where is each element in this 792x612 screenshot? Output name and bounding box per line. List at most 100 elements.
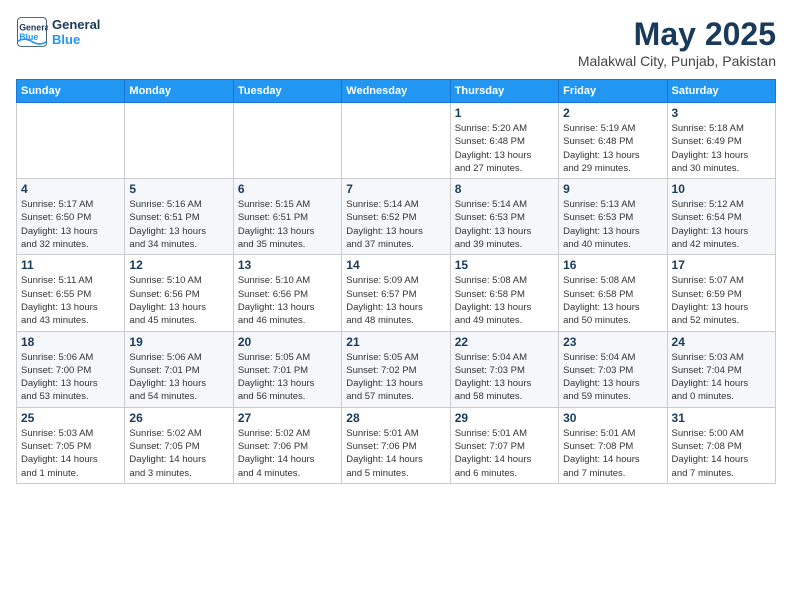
day-info: Sunrise: 5:15 AMSunset: 6:51 PMDaylight:…	[238, 198, 337, 251]
day-info: Sunrise: 5:05 AMSunset: 7:01 PMDaylight:…	[238, 351, 337, 404]
day-number: 10	[672, 182, 771, 196]
weekday-header-thursday: Thursday	[450, 80, 558, 103]
calendar-cell: 29 Sunrise: 5:01 AMSunset: 7:07 PMDayligh…	[450, 407, 558, 483]
calendar-cell: 12 Sunrise: 5:10 AMSunset: 6:56 PMDayligh…	[125, 255, 233, 331]
calendar-cell: 30Sunrise: 5:01 AMSunset: 7:08 PMDayligh…	[559, 407, 667, 483]
calendar-cell: 4 Sunrise: 5:17 AMSunset: 6:50 PMDaylight…	[17, 179, 125, 255]
day-info: Sunrise: 5:09 AMSunset: 6:57 PMDaylight:…	[346, 274, 445, 327]
calendar-week-row: 1 Sunrise: 5:20 AMSunset: 6:48 PMDaylight…	[17, 103, 776, 179]
day-number: 5	[129, 182, 228, 196]
day-info: Sunrise: 5:19 AMSunset: 6:48 PMDaylight:…	[563, 122, 662, 175]
calendar-cell: 24 Sunrise: 5:03 AMSunset: 7:04 PMDayligh…	[667, 331, 775, 407]
calendar-cell: 5 Sunrise: 5:16 AMSunset: 6:51 PMDaylight…	[125, 179, 233, 255]
day-number: 25	[21, 411, 120, 425]
calendar-cell: 15 Sunrise: 5:08 AMSunset: 6:58 PMDayligh…	[450, 255, 558, 331]
calendar-cell: 7 Sunrise: 5:14 AMSunset: 6:52 PMDaylight…	[342, 179, 450, 255]
day-info: Sunrise: 5:07 AMSunset: 6:59 PMDaylight:…	[672, 274, 771, 327]
day-number: 12	[129, 258, 228, 272]
calendar-week-row: 18 Sunrise: 5:06 AMSunset: 7:00 PMDayligh…	[17, 331, 776, 407]
day-info: Sunrise: 5:03 AMSunset: 7:04 PMDaylight:…	[672, 351, 771, 404]
day-number: 6	[238, 182, 337, 196]
day-info: Sunrise: 5:10 AMSunset: 6:56 PMDaylight:…	[129, 274, 228, 327]
calendar-cell	[17, 103, 125, 179]
day-number: 8	[455, 182, 554, 196]
day-number: 1	[455, 106, 554, 120]
calendar-week-row: 25 Sunrise: 5:03 AMSunset: 7:05 PMDayligh…	[17, 407, 776, 483]
day-number: 14	[346, 258, 445, 272]
calendar-cell: 31 Sunrise: 5:00 AMSunset: 7:08 PMDayligh…	[667, 407, 775, 483]
calendar-cell: 27 Sunrise: 5:02 AMSunset: 7:06 PMDayligh…	[233, 407, 341, 483]
calendar-cell: 8 Sunrise: 5:14 AMSunset: 6:53 PMDaylight…	[450, 179, 558, 255]
day-info: Sunrise: 5:08 AMSunset: 6:58 PMDaylight:…	[455, 274, 554, 327]
title-block: May 2025 Malakwal City, Punjab, Pakistan	[578, 16, 776, 69]
calendar-week-row: 11 Sunrise: 5:11 AMSunset: 6:55 PMDayligh…	[17, 255, 776, 331]
svg-text:General: General	[19, 22, 48, 32]
day-number: 2	[563, 106, 662, 120]
day-number: 15	[455, 258, 554, 272]
logo: General Blue General Blue	[16, 16, 100, 48]
day-info: Sunrise: 5:17 AMSunset: 6:50 PMDaylight:…	[21, 198, 120, 251]
day-number: 27	[238, 411, 337, 425]
day-number: 11	[21, 258, 120, 272]
day-number: 31	[672, 411, 771, 425]
location-subtitle: Malakwal City, Punjab, Pakistan	[578, 53, 776, 69]
weekday-header-row: SundayMondayTuesdayWednesdayThursdayFrid…	[17, 80, 776, 103]
day-number: 18	[21, 335, 120, 349]
day-info: Sunrise: 5:16 AMSunset: 6:51 PMDaylight:…	[129, 198, 228, 251]
calendar-cell: 21Sunrise: 5:05 AMSunset: 7:02 PMDayligh…	[342, 331, 450, 407]
month-title: May 2025	[578, 16, 776, 53]
calendar-cell: 11 Sunrise: 5:11 AMSunset: 6:55 PMDayligh…	[17, 255, 125, 331]
day-info: Sunrise: 5:01 AMSunset: 7:06 PMDaylight:…	[346, 427, 445, 480]
day-number: 7	[346, 182, 445, 196]
calendar-cell	[125, 103, 233, 179]
day-info: Sunrise: 5:04 AMSunset: 7:03 PMDaylight:…	[455, 351, 554, 404]
day-number: 3	[672, 106, 771, 120]
weekday-header-wednesday: Wednesday	[342, 80, 450, 103]
calendar-cell: 17Sunrise: 5:07 AMSunset: 6:59 PMDayligh…	[667, 255, 775, 331]
day-info: Sunrise: 5:10 AMSunset: 6:56 PMDaylight:…	[238, 274, 337, 327]
calendar-cell: 28Sunrise: 5:01 AMSunset: 7:06 PMDayligh…	[342, 407, 450, 483]
day-number: 9	[563, 182, 662, 196]
day-info: Sunrise: 5:08 AMSunset: 6:58 PMDaylight:…	[563, 274, 662, 327]
day-number: 26	[129, 411, 228, 425]
calendar-cell: 9Sunrise: 5:13 AMSunset: 6:53 PMDaylight…	[559, 179, 667, 255]
day-info: Sunrise: 5:06 AMSunset: 7:01 PMDaylight:…	[129, 351, 228, 404]
logo-icon: General Blue	[16, 16, 48, 48]
day-info: Sunrise: 5:14 AMSunset: 6:52 PMDaylight:…	[346, 198, 445, 251]
day-info: Sunrise: 5:11 AMSunset: 6:55 PMDaylight:…	[21, 274, 120, 327]
weekday-header-sunday: Sunday	[17, 80, 125, 103]
calendar-cell: 25 Sunrise: 5:03 AMSunset: 7:05 PMDayligh…	[17, 407, 125, 483]
day-info: Sunrise: 5:14 AMSunset: 6:53 PMDaylight:…	[455, 198, 554, 251]
day-info: Sunrise: 5:00 AMSunset: 7:08 PMDaylight:…	[672, 427, 771, 480]
calendar-cell: 3Sunrise: 5:18 AMSunset: 6:49 PMDaylight…	[667, 103, 775, 179]
calendar-cell: 6 Sunrise: 5:15 AMSunset: 6:51 PMDaylight…	[233, 179, 341, 255]
logo-general: General	[52, 17, 100, 32]
day-number: 21	[346, 335, 445, 349]
calendar-cell: 20 Sunrise: 5:05 AMSunset: 7:01 PMDayligh…	[233, 331, 341, 407]
calendar-cell: 13Sunrise: 5:10 AMSunset: 6:56 PMDayligh…	[233, 255, 341, 331]
day-number: 30	[563, 411, 662, 425]
calendar-cell: 26Sunrise: 5:02 AMSunset: 7:05 PMDayligh…	[125, 407, 233, 483]
day-info: Sunrise: 5:04 AMSunset: 7:03 PMDaylight:…	[563, 351, 662, 404]
day-number: 20	[238, 335, 337, 349]
day-info: Sunrise: 5:03 AMSunset: 7:05 PMDaylight:…	[21, 427, 120, 480]
day-number: 24	[672, 335, 771, 349]
day-info: Sunrise: 5:20 AMSunset: 6:48 PMDaylight:…	[455, 122, 554, 175]
calendar-cell: 10 Sunrise: 5:12 AMSunset: 6:54 PMDayligh…	[667, 179, 775, 255]
weekday-header-saturday: Saturday	[667, 80, 775, 103]
calendar-cell: 23 Sunrise: 5:04 AMSunset: 7:03 PMDayligh…	[559, 331, 667, 407]
day-info: Sunrise: 5:12 AMSunset: 6:54 PMDaylight:…	[672, 198, 771, 251]
calendar-cell: 1 Sunrise: 5:20 AMSunset: 6:48 PMDaylight…	[450, 103, 558, 179]
day-info: Sunrise: 5:01 AMSunset: 7:07 PMDaylight:…	[455, 427, 554, 480]
calendar-cell	[233, 103, 341, 179]
calendar-cell: 22Sunrise: 5:04 AMSunset: 7:03 PMDayligh…	[450, 331, 558, 407]
day-number: 29	[455, 411, 554, 425]
calendar-table: SundayMondayTuesdayWednesdayThursdayFrid…	[16, 79, 776, 484]
day-info: Sunrise: 5:06 AMSunset: 7:00 PMDaylight:…	[21, 351, 120, 404]
calendar-cell: 2 Sunrise: 5:19 AMSunset: 6:48 PMDaylight…	[559, 103, 667, 179]
day-info: Sunrise: 5:02 AMSunset: 7:06 PMDaylight:…	[238, 427, 337, 480]
day-number: 23	[563, 335, 662, 349]
day-number: 4	[21, 182, 120, 196]
weekday-header-monday: Monday	[125, 80, 233, 103]
calendar-cell: 19Sunrise: 5:06 AMSunset: 7:01 PMDayligh…	[125, 331, 233, 407]
